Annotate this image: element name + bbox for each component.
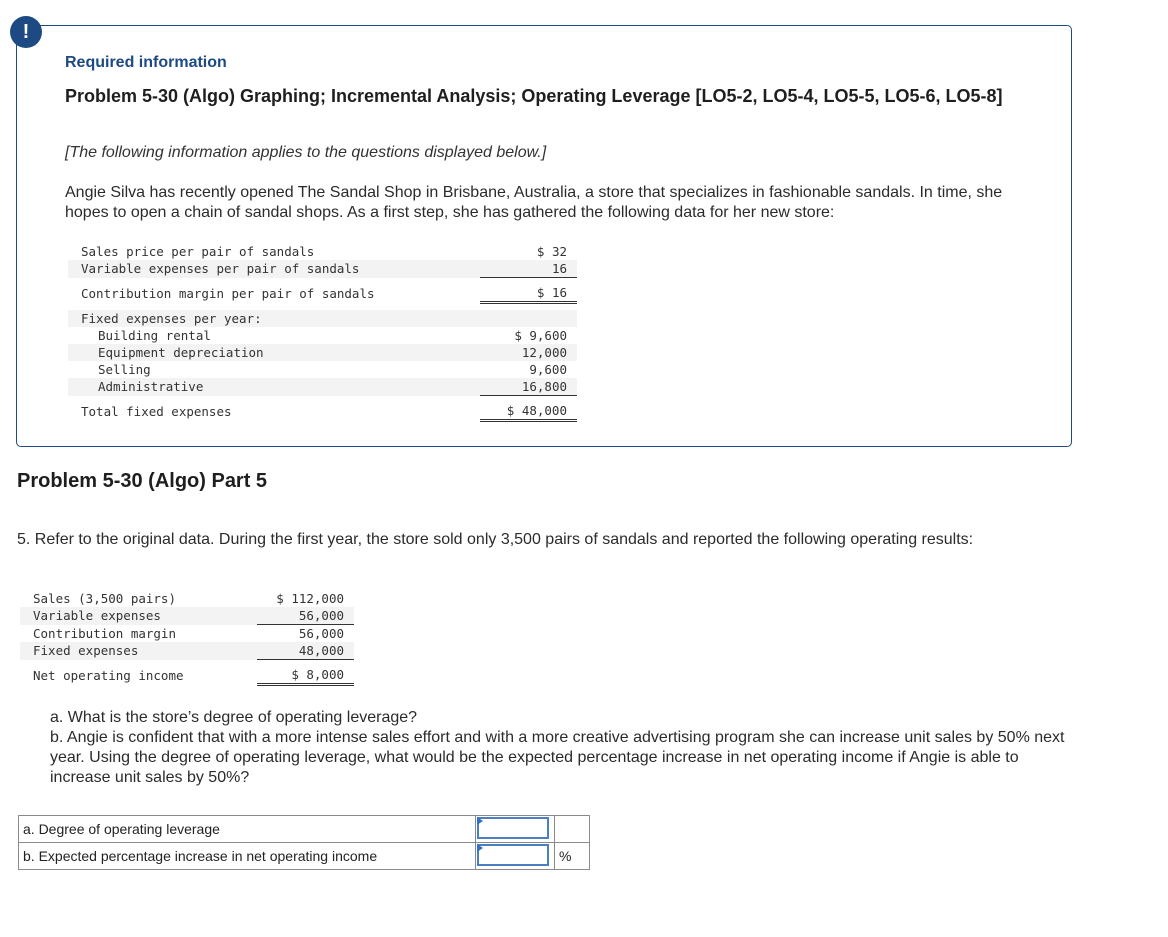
intro-paragraph: Angie Silva has recently opened The Sand… xyxy=(65,184,1003,221)
row-value: $ 32 xyxy=(536,244,567,259)
answer-label: b. Expected percentage increase in net o… xyxy=(18,842,476,870)
row-label: Variable expenses per pair of sandals xyxy=(68,260,480,278)
applies-note: [The following information applies to th… xyxy=(65,144,547,161)
row-label: Sales price per pair of sandals xyxy=(81,244,315,259)
row-label: Selling xyxy=(98,362,151,377)
answer-input-wrapper xyxy=(477,844,551,868)
table-row: Equipment depreciation 12,000 xyxy=(68,344,577,361)
degree-of-operating-leverage-input[interactable] xyxy=(477,817,549,839)
table-row: Sales (3,500 pairs) $ 112,000 xyxy=(20,590,354,607)
table-row: Administrative 16,800 xyxy=(68,378,577,396)
table-row: Contribution margin 56,000 xyxy=(20,625,354,643)
answer-row: b. Expected percentage increase in net o… xyxy=(18,842,590,870)
row-value: 12,000 xyxy=(480,344,577,361)
row-value: $ 9,600 xyxy=(514,328,567,343)
table-row: Fixed expenses 48,000 xyxy=(20,642,354,660)
sub-questions: a. What is the store’s degree of operati… xyxy=(50,708,1070,788)
alert-icon: ! xyxy=(10,16,42,48)
row-label: Total fixed expenses xyxy=(81,403,232,419)
row-value: $ 16 xyxy=(480,284,577,304)
problem-title: Problem 5-30 (Algo) Graphing; Incrementa… xyxy=(65,86,1003,106)
row-value: $ 8,000 xyxy=(257,666,354,686)
input-flag-icon xyxy=(477,844,483,852)
answer-input-wrapper xyxy=(477,817,551,841)
table-row: Building rental $ 9,600 xyxy=(68,327,577,344)
row-label: Administrative xyxy=(68,378,480,396)
table-row: Contribution margin per pair of sandals … xyxy=(68,284,577,304)
row-label: Fixed expenses per year: xyxy=(68,310,480,327)
row-label: Net operating income xyxy=(33,667,184,683)
row-label: Building rental xyxy=(98,328,211,343)
sub-question-a: a. What is the store’s degree of operati… xyxy=(50,709,418,726)
row-label: Equipment depreciation xyxy=(68,344,480,361)
operating-results-table: Sales (3,500 pairs) $ 112,000 Variable e… xyxy=(20,590,354,686)
row-value: 9,600 xyxy=(529,362,567,377)
table-row: Net operating income $ 8,000 xyxy=(20,666,354,686)
answer-table: a. Degree of operating leverage b. Expec… xyxy=(18,815,590,870)
table-row: Fixed expenses per year: xyxy=(68,310,577,327)
table-row: Total fixed expenses $ 48,000 xyxy=(68,402,577,422)
input-flag-icon xyxy=(477,817,483,825)
table-row: Variable expenses per pair of sandals 16 xyxy=(68,260,577,278)
row-value: $ 48,000 xyxy=(480,402,577,422)
table-row: Selling 9,600 xyxy=(68,361,577,378)
percent-unit: % xyxy=(554,842,590,870)
table-row: Sales price per pair of sandals $ 32 xyxy=(68,243,577,260)
answer-label: a. Degree of operating leverage xyxy=(18,815,476,843)
expected-percentage-increase-input[interactable] xyxy=(477,844,549,866)
question-paragraph: 5. Refer to the original data. During th… xyxy=(17,531,974,548)
row-value: $ 112,000 xyxy=(276,591,344,606)
part-title: Problem 5-30 (Algo) Part 5 xyxy=(17,470,268,492)
store-data-table: Sales price per pair of sandals $ 32 Var… xyxy=(68,243,577,422)
row-label: Contribution margin per pair of sandals xyxy=(81,285,375,301)
required-information-label: Required information xyxy=(65,54,227,71)
row-label: Sales (3,500 pairs) xyxy=(33,591,176,606)
row-value: 48,000 xyxy=(257,642,354,660)
row-label: Variable expenses xyxy=(20,607,257,625)
sub-question-b: b. Angie is confident that with a more i… xyxy=(50,729,1065,786)
row-value: 16 xyxy=(480,260,577,278)
row-label: Contribution margin xyxy=(33,625,176,641)
answer-unit xyxy=(554,815,590,843)
row-value: 16,800 xyxy=(480,378,577,396)
row-value: 56,000 xyxy=(298,626,344,641)
row-value: 56,000 xyxy=(257,607,354,625)
spacer-row xyxy=(68,303,577,311)
answer-row: a. Degree of operating leverage xyxy=(18,815,590,843)
row-label: Fixed expenses xyxy=(20,642,257,660)
table-row: Variable expenses 56,000 xyxy=(20,607,354,625)
